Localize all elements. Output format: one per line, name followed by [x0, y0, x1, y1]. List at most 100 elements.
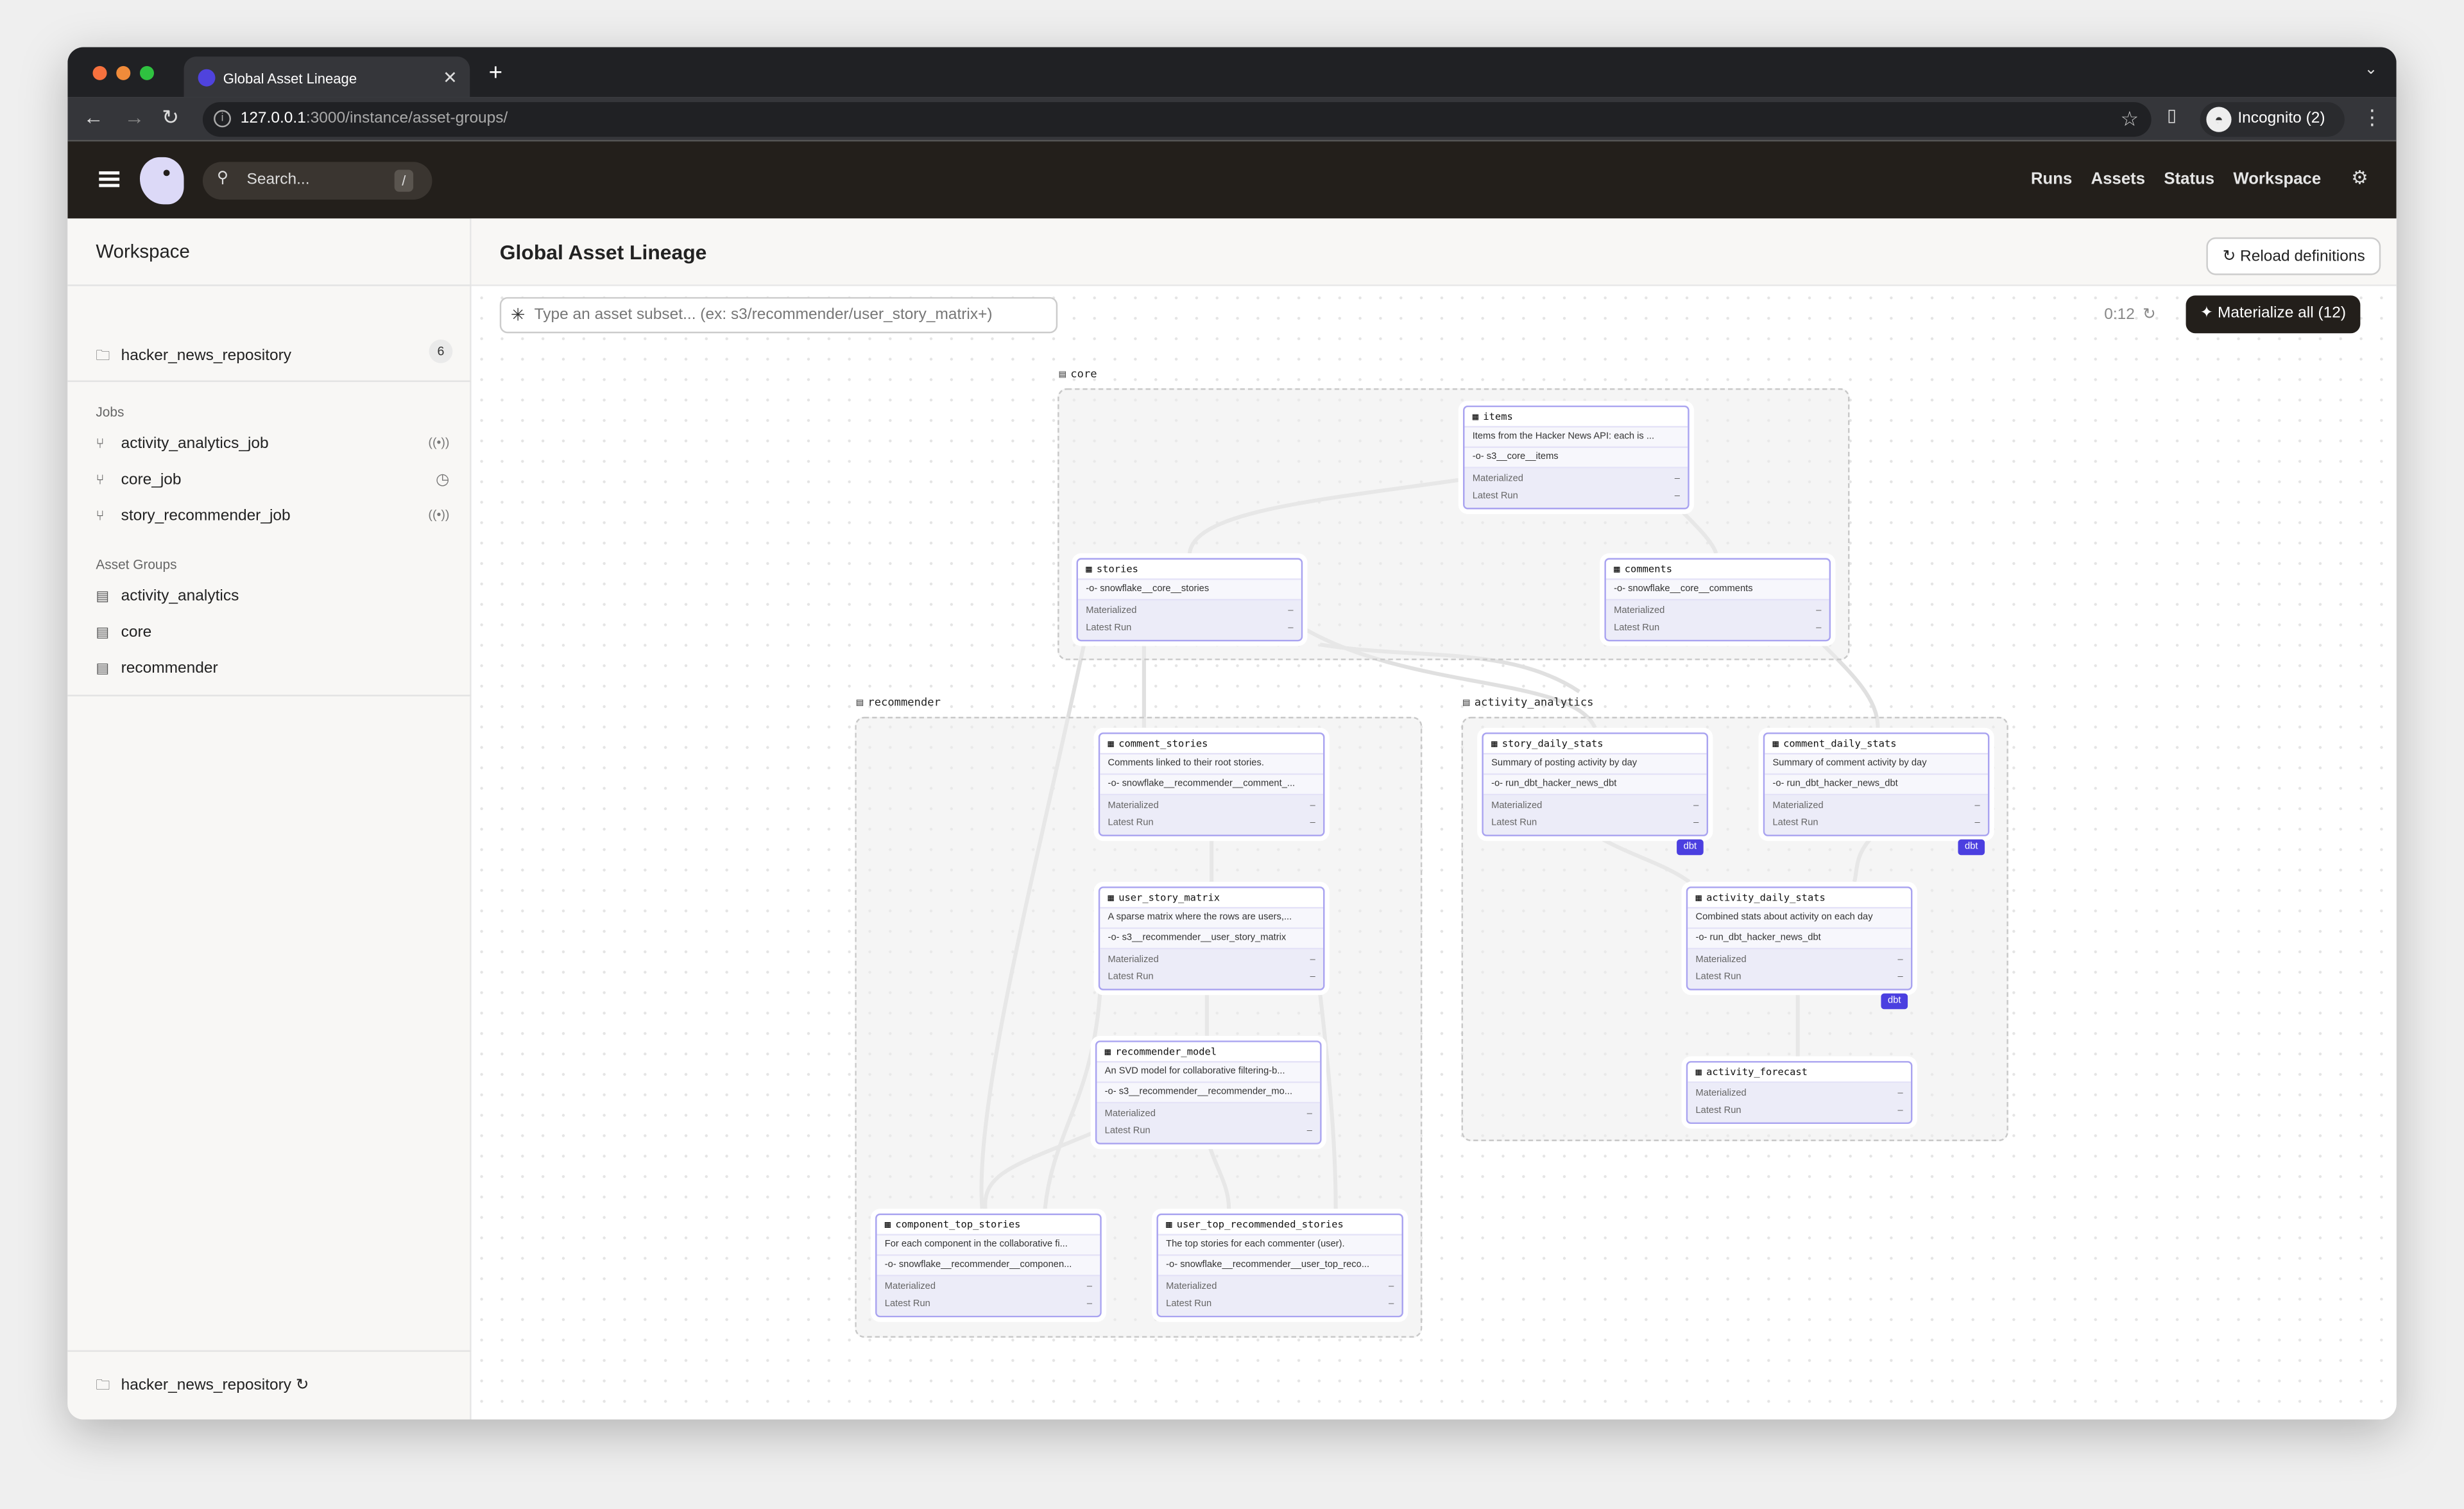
asset-op-row: -o- run_dbt_hacker_news_dbt: [1688, 929, 1911, 950]
job-icon: ⑂: [96, 508, 105, 524]
materialized-value: –: [1897, 1089, 1903, 1099]
group-name: core: [121, 624, 152, 642]
top-nav: Runs Assets Status Workspace: [2031, 169, 2321, 188]
profile-button[interactable]: ◓ Incognito (2): [2200, 102, 2345, 137]
sidebar-group-activity-analytics[interactable]: ▤ activity_analytics: [96, 588, 449, 605]
footer-repo[interactable]: 🗀 hacker_news_repository ↻: [96, 1374, 449, 1399]
materialized-value: –: [1288, 607, 1294, 617]
nav-assets[interactable]: Assets: [2091, 169, 2145, 188]
reload-repo-icon[interactable]: ↻: [296, 1377, 309, 1394]
settings-gear-icon[interactable]: ⚙: [2351, 167, 2368, 189]
menu-icon[interactable]: [99, 171, 120, 187]
asset-node-header: ▦ recommender_model: [1097, 1042, 1321, 1063]
asset-node[interactable]: ▦ user_story_matrix A sparse matrix where …: [1098, 886, 1325, 990]
asset-node[interactable]: ▦ component_top_stories For each component…: [875, 1213, 1102, 1318]
table-icon: ▦: [1695, 1067, 1702, 1079]
latest-run-value: –: [1389, 1299, 1394, 1309]
asset-group-label[interactable]: ▤ core: [1059, 368, 1097, 381]
asset-node-header: ▦ activity_forecast: [1688, 1063, 1911, 1083]
asset-op: s3__recommender__recommender_mo...: [1118, 1087, 1293, 1098]
reload-page-icon[interactable]: ↻: [162, 105, 179, 130]
browser-tab[interactable]: Global Asset Lineage ✕: [184, 56, 470, 98]
refresh-timer: 0:12 ↻: [2104, 307, 2155, 324]
materialized-value: –: [1086, 1282, 1093, 1293]
asset-op-row: -o- snowflake__core__stories: [1078, 580, 1301, 601]
op-icon: -o-: [1108, 779, 1122, 789]
sidebar-group-core[interactable]: ▤ core: [96, 624, 449, 641]
url-path: :3000/instance/asset-groups/: [305, 110, 508, 128]
latest-run-value: –: [1693, 818, 1699, 828]
asset-status: Materialized – Latest Run –: [1158, 1276, 1402, 1316]
asset-node[interactable]: ▦ comments -o- snowflake__core__comments Ma…: [1604, 558, 1831, 642]
url-input[interactable]: i 127.0.0.1:3000/instance/asset-groups/ …: [202, 102, 2152, 137]
materialized-label: Materialized: [1166, 1282, 1217, 1293]
back-icon[interactable]: ←: [83, 105, 104, 129]
tab-search-chevron-icon[interactable]: ⌄: [2365, 62, 2378, 79]
table-icon: ▦: [1491, 739, 1498, 750]
group-name: activity_analytics: [121, 587, 239, 605]
bookmark-star-icon[interactable]: ☆: [2121, 107, 2139, 132]
page-header: Global Asset Lineage ↻ Reload definition…: [471, 218, 2397, 286]
browser-window: Global Asset Lineage ✕ + ⌄ ← → ↻ i 127.0…: [67, 47, 2397, 1420]
asset-filter-input[interactable]: ✳ Type an asset subset... (ex: s3/recomme…: [499, 297, 1058, 334]
materialize-all-button[interactable]: ✦ Materialize all (12): [2186, 295, 2361, 334]
materialized-label: Materialized: [1108, 801, 1159, 811]
sidebar-job-story-recommender[interactable]: ⑂ story_recommender_job ((•)): [96, 508, 449, 525]
sensor-icon: ((•)): [428, 435, 450, 450]
reload-definitions-button[interactable]: ↻ Reload definitions: [2207, 237, 2381, 275]
search-shortcut: /: [394, 169, 414, 192]
asset-node[interactable]: ▦ comment_stories Comments linked to their…: [1098, 732, 1325, 836]
materialized-value: –: [1693, 801, 1699, 811]
job-icon: ⑂: [96, 471, 105, 488]
page-title: Global Asset Lineage: [499, 240, 707, 264]
asset-op-row: -o- s3__core__items: [1464, 447, 1688, 469]
lineage-graph-canvas[interactable]: ▤ core ▤ recommender ▤ activity_analytics ▦ ite…: [471, 288, 2397, 1420]
nav-workspace[interactable]: Workspace: [2233, 169, 2321, 188]
asset-op: snowflake__core__stories: [1100, 585, 1210, 594]
group-name: recommender: [121, 660, 218, 678]
asset-status: Materialized – Latest Run –: [1100, 949, 1324, 989]
asset-node[interactable]: ▦ recommender_model An SVD model for colla…: [1095, 1040, 1322, 1144]
tab-bar: Global Asset Lineage ✕ + ⌄: [67, 47, 2397, 98]
latest-run-value: –: [1086, 1299, 1093, 1309]
dbt-badge: dbt: [1958, 839, 1985, 856]
asset-node[interactable]: ▦ stories -o- snowflake__core__stories Mate…: [1076, 558, 1303, 642]
asset-status: Materialized – Latest Run –: [1765, 795, 1988, 835]
asset-op: run_dbt_hacker_news_dbt: [1786, 779, 1898, 789]
close-tab-icon[interactable]: ✕: [443, 67, 458, 88]
group-name: core: [1070, 368, 1097, 381]
latest-run-label: Latest Run: [1772, 818, 1818, 828]
op-icon: -o-: [1104, 1087, 1119, 1098]
search-icon: ⚲: [216, 169, 228, 187]
group-name: recommender: [868, 696, 941, 709]
forward-icon[interactable]: →: [124, 105, 144, 129]
close-window-button[interactable]: [92, 65, 107, 80]
minimize-window-button[interactable]: [116, 65, 131, 80]
asset-node[interactable]: ▦ story_daily_stats Summary of posting act…: [1482, 732, 1709, 836]
asset-group-label[interactable]: ▤ recommender: [857, 696, 941, 709]
sidebar-group-recommender[interactable]: ▤ recommender: [96, 660, 449, 678]
asset-node-header: ▦ stories: [1078, 560, 1301, 580]
dagster-logo[interactable]: [139, 157, 184, 205]
asset-node[interactable]: ▦ user_top_recommended_stories The top sto…: [1156, 1213, 1403, 1318]
browser-menu-icon[interactable]: ⋮: [2362, 105, 2383, 130]
nav-status[interactable]: Status: [2164, 169, 2214, 188]
latest-run-value: –: [1897, 972, 1903, 982]
asset-node[interactable]: ▦ comment_daily_stats Summary of comment a…: [1763, 732, 1990, 836]
latest-run-label: Latest Run: [1614, 623, 1660, 633]
sidebar-repo[interactable]: 🗀 hacker_news_repository 6: [96, 339, 453, 369]
nav-runs[interactable]: Runs: [2031, 169, 2072, 188]
search-input[interactable]: ⚲ Search... /: [202, 162, 432, 200]
asset-node[interactable]: ▦ activity_forecast Materialized – Latest Ru…: [1686, 1061, 1913, 1125]
new-tab-button[interactable]: +: [489, 60, 502, 87]
asset-node[interactable]: ▦ activity_daily_stats Combined stats abou…: [1686, 886, 1913, 990]
asset-group-label[interactable]: ▤ activity_analytics: [1463, 696, 1593, 709]
site-info-icon[interactable]: i: [214, 110, 232, 128]
refresh-icon[interactable]: ↻: [2143, 307, 2156, 324]
asset-status: Materialized – Latest Run –: [1688, 1083, 1911, 1123]
maximize-window-button[interactable]: [139, 65, 155, 80]
sidebar-job-activity-analytics[interactable]: ⑂ activity_analytics_job ((•)): [96, 435, 449, 453]
asset-node[interactable]: ▦ items Items from the Hacker News API: ea…: [1463, 405, 1690, 510]
side-panel-icon[interactable]: ▯: [2167, 105, 2177, 126]
sidebar-job-core[interactable]: ⑂ core_job ◷: [96, 472, 449, 489]
